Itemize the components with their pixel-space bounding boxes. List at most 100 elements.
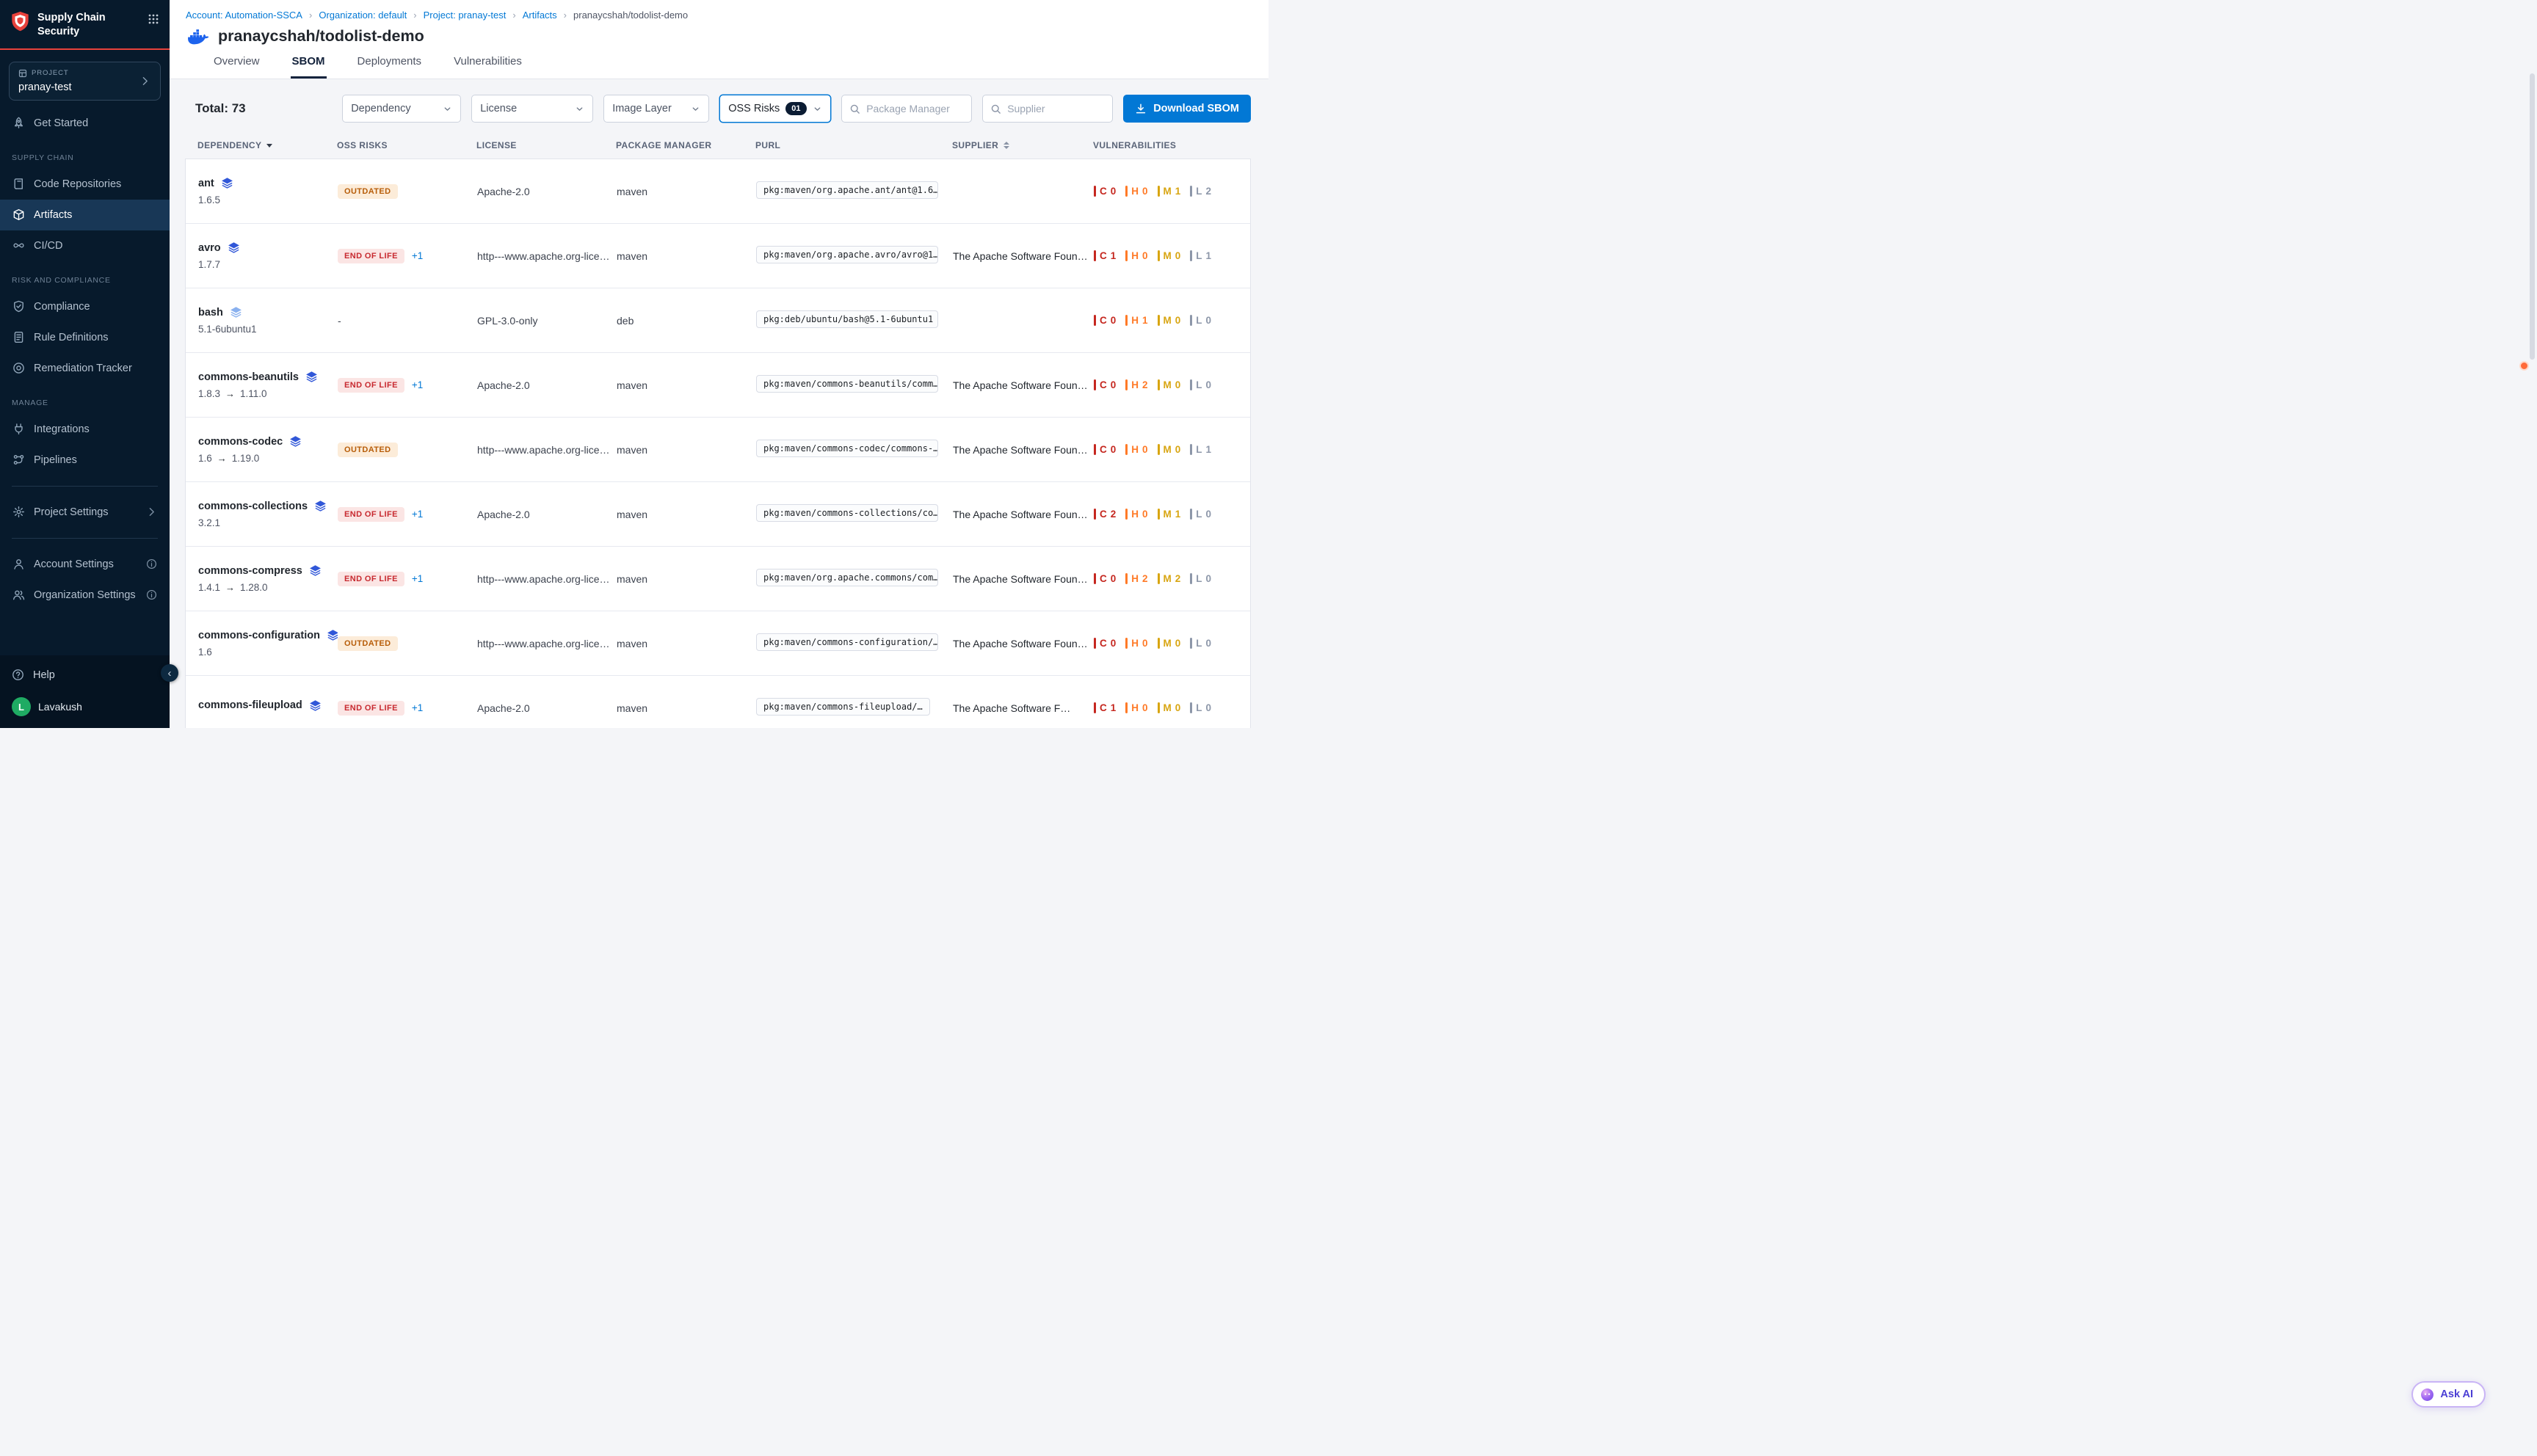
vuln-severity-bar	[1190, 702, 1192, 713]
sidebar-item-label: Compliance	[34, 301, 90, 313]
sidebar-item-get-started[interactable]: Get Started	[0, 108, 170, 139]
compliance-icon	[12, 300, 25, 313]
column-header-oss-risks[interactable]: OSS RISKS	[337, 140, 476, 150]
vuln-count-medium: M1	[1158, 509, 1181, 520]
dependency-name: commons-collections	[198, 500, 327, 512]
vuln-severity-bar	[1125, 509, 1128, 520]
purl-value[interactable]: pkg:maven/commons-configuration/…	[756, 633, 938, 651]
supplier-search-input[interactable]	[1007, 103, 1105, 114]
sidebar-item-organization-settings[interactable]: Organization Settings	[0, 580, 170, 611]
purl-value[interactable]: pkg:maven/org.apache.commons/com…	[756, 569, 938, 586]
dependency-row-ant[interactable]: ant1.6.5OUTDATEDApache-2.0mavenpkg:maven…	[186, 159, 1250, 224]
column-header-purl[interactable]: PURL	[755, 140, 952, 150]
sidebar-item-label: CI/CD	[34, 240, 62, 252]
tab-deployments[interactable]: Deployments	[356, 55, 424, 79]
vuln-severity-bar	[1158, 379, 1160, 390]
sidebar-item-remediation-tracker[interactable]: Remediation Tracker	[0, 353, 170, 384]
sidebar-item-ci-cd[interactable]: CI/CD	[0, 230, 170, 261]
total-count: Total: 73	[195, 101, 246, 116]
purl-value[interactable]: pkg:maven/commons-collections/co…	[756, 504, 938, 522]
sidebar-item-label: Remediation Tracker	[34, 363, 132, 374]
dependency-row-commons-beanutils[interactable]: commons-beanutils1.8.3→1.11.0END OF LIFE…	[186, 353, 1250, 418]
column-header-dependency[interactable]: DEPENDENCY	[197, 140, 337, 150]
sidebar-item-label: Code Repositories	[34, 178, 121, 190]
sidebar-item-account-settings[interactable]: Account Settings	[0, 549, 170, 580]
user-icon	[12, 558, 25, 570]
scrollbar-thumb[interactable]	[2530, 73, 2535, 360]
package-manager-search[interactable]	[841, 95, 972, 123]
dependency-row-bash[interactable]: bash5.1-6ubuntu1-GPL-3.0-onlydebpkg:deb/…	[186, 288, 1250, 353]
filter-dependency[interactable]: Dependency	[342, 95, 461, 123]
column-header-supplier[interactable]: SUPPLIER	[952, 140, 1093, 150]
sidebar-item-rule-definitions[interactable]: Rule Definitions	[0, 322, 170, 353]
chevron-down-icon	[813, 104, 822, 114]
sidebar-item-compliance[interactable]: Compliance	[0, 291, 170, 322]
breadcrumb-item-1[interactable]: Organization: default	[319, 10, 407, 21]
download-sbom-button[interactable]: Download SBOM	[1123, 95, 1251, 123]
filter-license[interactable]: License	[471, 95, 593, 123]
supplier-search[interactable]	[982, 95, 1113, 123]
column-header-license[interactable]: LICENSE	[476, 140, 616, 150]
breadcrumb-item-0[interactable]: Account: Automation-SSCA	[186, 10, 302, 21]
dependency-version: 1.6→1.19.0	[198, 453, 327, 464]
filter-oss-risks[interactable]: OSS Risks01	[719, 95, 831, 123]
package-manager-search-input[interactable]	[866, 103, 964, 114]
purl-value[interactable]: pkg:deb/ubuntu/bash@5.1-6ubuntu1	[756, 310, 938, 328]
sidebar-item-pipelines[interactable]: Pipelines	[0, 445, 170, 476]
download-icon	[1135, 103, 1147, 114]
dependency-row-commons-codec[interactable]: commons-codec1.6→1.19.0OUTDATEDhttp---ww…	[186, 418, 1250, 482]
oss-risk-more-link[interactable]: +1	[412, 702, 423, 713]
column-header-vulnerabilities[interactable]: VULNERABILITIES	[1093, 140, 1241, 150]
layers-icon	[327, 629, 338, 641]
app-title: Supply Chain Security	[37, 11, 117, 39]
tab-sbom[interactable]: SBOM	[291, 55, 327, 79]
tab-overview[interactable]: Overview	[212, 55, 261, 79]
purl-value[interactable]: pkg:maven/org.apache.avro/avro@1…	[756, 246, 938, 263]
vuln-count-critical: C1	[1094, 702, 1116, 713]
sidebar-item-project-settings[interactable]: Project Settings	[0, 497, 170, 528]
tab-vulnerabilities[interactable]: Vulnerabilities	[452, 55, 523, 79]
oss-risk-more-link[interactable]: +1	[412, 509, 423, 520]
purl-cell: pkg:maven/org.apache.avro/avro@1…	[756, 246, 953, 266]
sidebar-footer: Help L Lavakush	[0, 655, 170, 728]
nav-section-label-supply-chain: SUPPLY CHAIN	[0, 139, 170, 169]
oss-risk-more-link[interactable]: +1	[412, 379, 423, 390]
chevron-down-icon	[443, 104, 452, 114]
vulnerabilities-cell: C0H0M1L2	[1094, 186, 1250, 197]
vuln-count-medium: M0	[1158, 315, 1181, 326]
breadcrumb-item-3[interactable]: Artifacts	[523, 10, 557, 21]
purl-value[interactable]: pkg:maven/commons-fileupload/…	[756, 698, 930, 716]
sidebar-item-code-repositories[interactable]: Code Repositories	[0, 169, 170, 200]
dependency-version: 1.7.7	[198, 259, 327, 270]
sort-desc-icon[interactable]	[266, 144, 272, 148]
vuln-severity-bar	[1125, 250, 1128, 261]
breadcrumb-separator: ›	[512, 10, 515, 21]
package-manager-cell: maven	[617, 250, 756, 262]
dependency-row-avro[interactable]: avro1.7.7END OF LIFE+1http---www.apache.…	[186, 224, 1250, 288]
vuln-severity-bar	[1158, 573, 1160, 584]
dependency-row-commons-fileupload[interactable]: commons-fileuploadEND OF LIFE+1Apache-2.…	[186, 676, 1250, 728]
purl-value[interactable]: pkg:maven/org.apache.ant/ant@1.6…	[756, 181, 938, 199]
dependency-row-commons-collections[interactable]: commons-collections3.2.1END OF LIFE+1Apa…	[186, 482, 1250, 547]
sidebar-item-integrations[interactable]: Integrations	[0, 414, 170, 445]
dependency-row-commons-configuration[interactable]: commons-configuration1.6OUTDATEDhttp---w…	[186, 611, 1250, 676]
breadcrumb-item-2[interactable]: Project: pranay-test	[424, 10, 507, 21]
purl-value[interactable]: pkg:maven/commons-beanutils/comm…	[756, 375, 938, 393]
oss-risk-badge: END OF LIFE	[338, 572, 404, 586]
user-menu[interactable]: L Lavakush	[12, 697, 158, 716]
project-selector[interactable]: PROJECT pranay-test	[9, 62, 161, 101]
license-cell: http---www.apache.org-lice…	[477, 444, 617, 456]
ask-ai-button[interactable]: Ask AI	[2411, 1381, 2486, 1408]
apps-grid-icon[interactable]	[148, 13, 159, 25]
column-header-package-manager[interactable]: PACKAGE MANAGER	[616, 140, 755, 150]
help-button[interactable]: Help	[12, 669, 158, 681]
sort-icon[interactable]	[1003, 142, 1009, 149]
dependency-row-commons-compress[interactable]: commons-compress1.4.1→1.28.0END OF LIFE+…	[186, 547, 1250, 611]
sidebar-item-artifacts[interactable]: Artifacts	[0, 200, 170, 230]
purl-value[interactable]: pkg:maven/commons-codec/commons-…	[756, 440, 938, 457]
oss-risk-more-link[interactable]: +1	[412, 250, 423, 261]
filter-image-layer[interactable]: Image Layer	[603, 95, 709, 123]
sidebar-collapse-handle[interactable]: ‹	[161, 664, 178, 682]
oss-risks-cell: OUTDATED	[338, 636, 477, 651]
oss-risk-more-link[interactable]: +1	[412, 573, 423, 584]
